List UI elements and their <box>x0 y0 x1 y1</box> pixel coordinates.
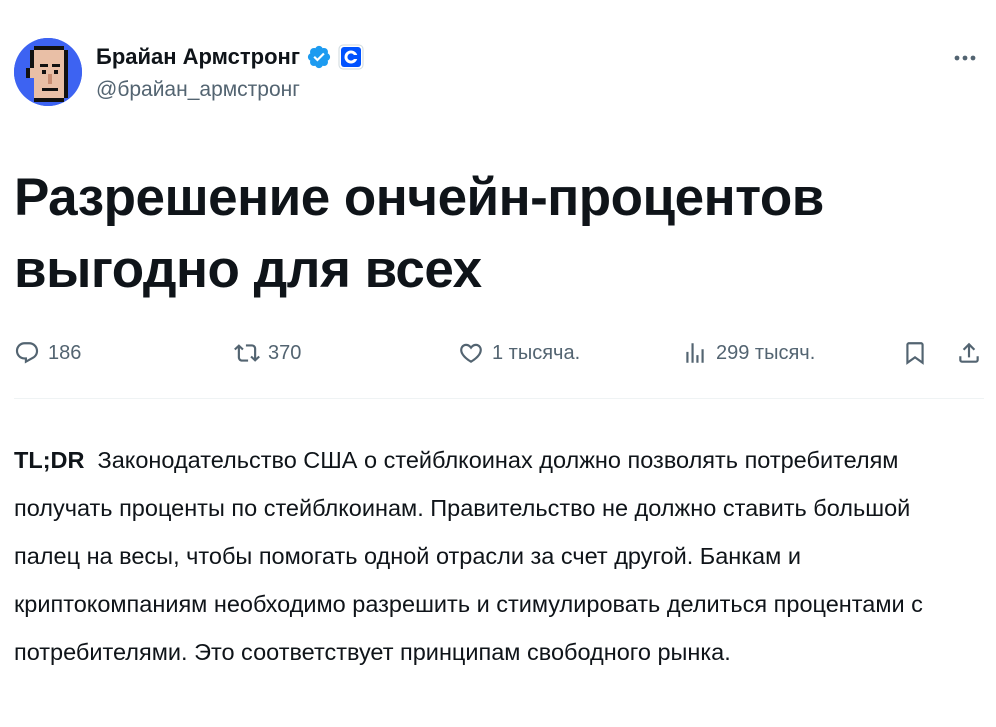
avatar[interactable] <box>14 38 82 106</box>
reply-count: 186 <box>48 341 82 364</box>
repost-count: 370 <box>268 341 302 364</box>
post-actions-bar: 186 370 1 тысяча. 299 тысяч. <box>14 340 984 376</box>
repost-button[interactable]: 370 <box>234 340 301 366</box>
article-body-text: Законодательство США о стейблкоинах долж… <box>14 447 923 665</box>
views-chart-icon <box>686 343 704 363</box>
reply-button[interactable]: 186 <box>14 340 81 366</box>
article-headline: Разрешение ончейн-процентов выгодно для … <box>14 168 824 299</box>
share-button[interactable] <box>956 340 982 366</box>
like-button[interactable]: 1 тысяча. <box>458 340 580 366</box>
views-button[interactable]: 299 тысяч. <box>682 340 815 366</box>
more-options-icon[interactable] <box>950 48 980 68</box>
coinbase-logo-icon[interactable] <box>338 44 364 70</box>
heart-icon <box>460 343 482 363</box>
view-count: 299 тысяч. <box>716 341 816 364</box>
share-icon <box>959 342 979 363</box>
pixel-face-avatar-icon <box>14 38 82 106</box>
author-name-row: Брайан Армстронг <box>96 44 364 70</box>
author-display-name[interactable]: Брайан Армстронг <box>96 44 300 70</box>
reply-icon <box>15 342 39 364</box>
post-header: Брайан Армстронг @брайан_армстронг <box>14 38 984 110</box>
bookmark-icon <box>906 342 924 365</box>
section-divider <box>14 398 984 399</box>
verified-badge-icon[interactable] <box>306 44 332 70</box>
author-handle[interactable]: @брайан_армстронг <box>96 78 300 102</box>
article-body: TL;DR Законодательство США о стейблкоина… <box>14 436 974 676</box>
like-count: 1 тысяча. <box>492 341 581 364</box>
tldr-label: TL;DR <box>14 447 85 473</box>
bookmark-button[interactable] <box>902 340 928 366</box>
repost-icon <box>234 344 260 362</box>
